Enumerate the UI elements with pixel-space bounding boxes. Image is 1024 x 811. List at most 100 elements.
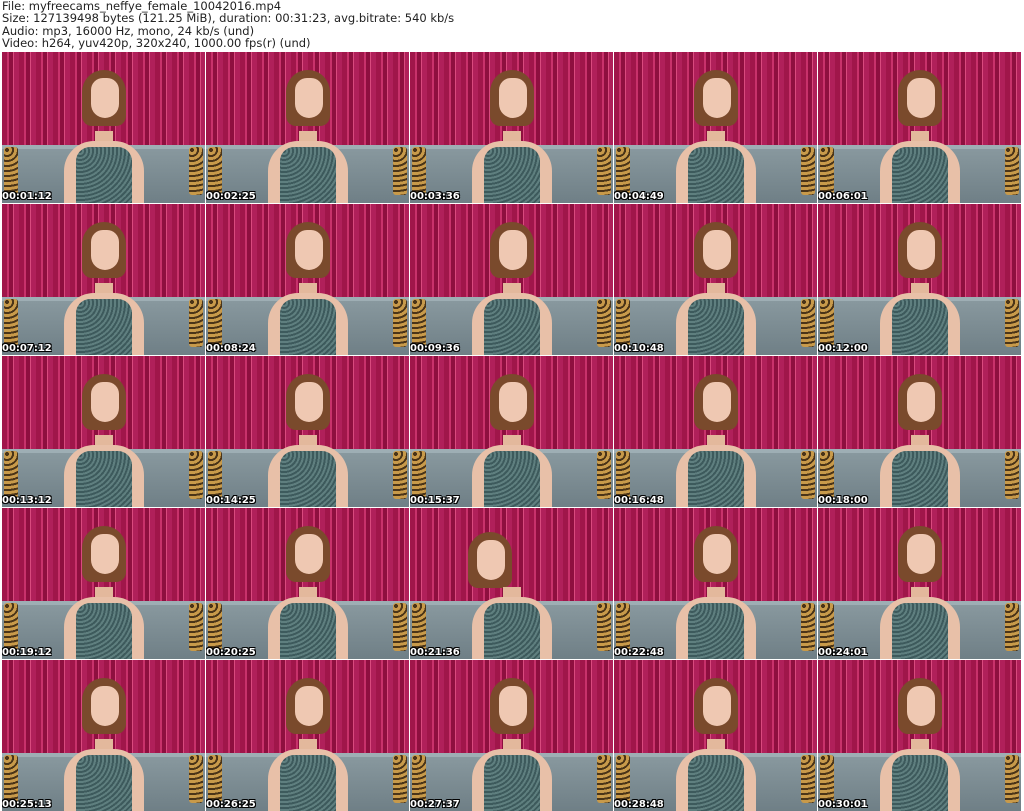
pillow xyxy=(616,603,630,651)
person-top xyxy=(280,147,336,203)
pillow xyxy=(820,603,834,651)
video-thumbnail: 00:20:25 xyxy=(206,508,409,659)
person-face xyxy=(477,540,505,580)
person-face xyxy=(703,382,731,422)
video-thumbnail: 00:14:25 xyxy=(206,356,409,507)
pillow xyxy=(1005,755,1019,803)
pillow xyxy=(412,299,426,347)
person-top xyxy=(892,451,948,507)
timestamp: 00:09:36 xyxy=(410,343,460,354)
pillow xyxy=(208,451,222,499)
timestamp: 00:01:12 xyxy=(2,191,52,202)
video-thumbnail: 00:07:12 xyxy=(2,204,205,355)
pillow xyxy=(616,299,630,347)
person-top xyxy=(280,603,336,659)
video-thumbnail: 00:25:13 xyxy=(2,660,205,811)
pillow xyxy=(597,147,611,195)
video-thumbnail: 00:04:49 xyxy=(614,52,817,203)
pillow xyxy=(597,451,611,499)
video-thumbnail: 00:18:00 xyxy=(818,356,1021,507)
pillow xyxy=(189,147,203,195)
pillow xyxy=(1005,451,1019,499)
timestamp: 00:07:12 xyxy=(2,343,52,354)
pillow xyxy=(208,299,222,347)
person-face xyxy=(907,382,935,422)
video-thumbnail: 00:06:01 xyxy=(818,52,1021,203)
person-face xyxy=(499,78,527,118)
video-thumbnail: 00:13:12 xyxy=(2,356,205,507)
person-top xyxy=(892,603,948,659)
timestamp: 00:08:24 xyxy=(206,343,256,354)
file-info: File: myfreecams_neffye_female_10042016.… xyxy=(2,0,454,49)
video-thumbnail: 00:02:25 xyxy=(206,52,409,203)
pillow xyxy=(412,451,426,499)
pillow xyxy=(616,451,630,499)
pillow xyxy=(801,451,815,499)
video-thumbnail: 00:24:01 xyxy=(818,508,1021,659)
pillow xyxy=(393,755,407,803)
video-thumbnail: 00:26:25 xyxy=(206,660,409,811)
person-top xyxy=(76,299,132,355)
pillow xyxy=(208,147,222,195)
timestamp: 00:28:48 xyxy=(614,799,664,810)
timestamp: 00:20:25 xyxy=(206,647,256,658)
pillow xyxy=(597,603,611,651)
pillow xyxy=(4,299,18,347)
pillow xyxy=(4,603,18,651)
pillow xyxy=(412,603,426,651)
pillow xyxy=(393,451,407,499)
pillow xyxy=(189,755,203,803)
pillow xyxy=(801,603,815,651)
person-top xyxy=(484,299,540,355)
pillow xyxy=(393,299,407,347)
pillow xyxy=(597,299,611,347)
person-top xyxy=(688,755,744,811)
video-thumbnail: 00:22:48 xyxy=(614,508,817,659)
pillow xyxy=(4,451,18,499)
pillow xyxy=(189,603,203,651)
timestamp: 00:25:13 xyxy=(2,799,52,810)
person-face xyxy=(91,534,119,574)
pillow xyxy=(412,147,426,195)
video-thumbnail: 00:16:48 xyxy=(614,356,817,507)
timestamp: 00:21:36 xyxy=(410,647,460,658)
pillow xyxy=(208,603,222,651)
person-face xyxy=(703,230,731,270)
timestamp: 00:18:00 xyxy=(818,495,868,506)
timestamp: 00:16:48 xyxy=(614,495,664,506)
person-top xyxy=(76,451,132,507)
person-face xyxy=(91,382,119,422)
person-face xyxy=(295,382,323,422)
pillow xyxy=(801,147,815,195)
timestamp: 00:24:01 xyxy=(818,647,868,658)
person-face xyxy=(91,78,119,118)
pillow xyxy=(393,603,407,651)
person-top xyxy=(76,603,132,659)
person-face xyxy=(907,78,935,118)
person-face xyxy=(295,78,323,118)
timestamp: 00:27:37 xyxy=(410,799,460,810)
timestamp: 00:30:01 xyxy=(818,799,868,810)
pillow xyxy=(1005,299,1019,347)
person-face xyxy=(295,534,323,574)
video-thumbnail: 00:10:48 xyxy=(614,204,817,355)
video-thumbnail: 00:03:36 xyxy=(410,52,613,203)
person-face xyxy=(499,382,527,422)
person-face xyxy=(295,686,323,726)
person-top xyxy=(688,603,744,659)
pillow xyxy=(4,755,18,803)
video-info: Video: h264, yuv420p, 320x240, 1000.00 f… xyxy=(2,35,311,50)
pillow xyxy=(1005,603,1019,651)
timestamp: 00:04:49 xyxy=(614,191,664,202)
person-top xyxy=(484,755,540,811)
person-face xyxy=(91,230,119,270)
person-top xyxy=(76,755,132,811)
pillow xyxy=(189,299,203,347)
pillow xyxy=(801,755,815,803)
person-top xyxy=(892,299,948,355)
pillow xyxy=(820,755,834,803)
video-thumbnail: 00:12:00 xyxy=(818,204,1021,355)
pillow xyxy=(820,147,834,195)
person-face xyxy=(295,230,323,270)
person-face xyxy=(703,534,731,574)
